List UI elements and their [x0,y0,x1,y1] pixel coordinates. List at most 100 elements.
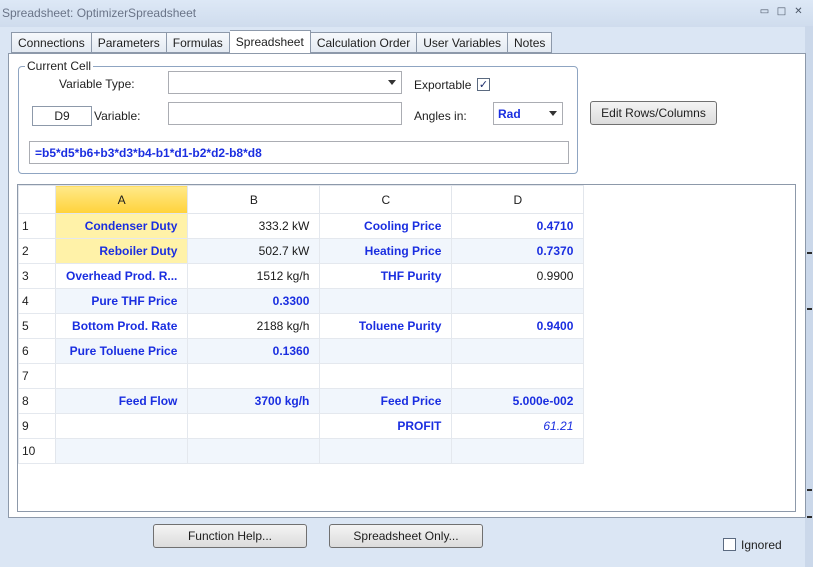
chevron-down-icon [388,80,396,85]
edge-mark [807,308,812,310]
sheet-table: A B C D 1 Condenser Duty 333.2 kW Coolin… [18,185,585,464]
corner-cell[interactable] [18,185,56,214]
cell-d8[interactable]: 5.000e-002 [451,388,585,414]
cell-d10[interactable] [451,438,585,464]
cell-reference: D9 [32,106,92,126]
cell-c1[interactable]: Cooling Price [319,213,453,239]
close-icon[interactable]: ✕ [792,6,805,18]
row-header[interactable]: 7 [18,363,56,389]
cell-d9[interactable]: 61.21 [451,413,585,439]
cell-d1[interactable]: 0.4710 [451,213,585,239]
spreadsheet-grid: A B C D 1 Condenser Duty 333.2 kW Coolin… [17,184,796,512]
row-header[interactable]: 9 [18,413,56,439]
table-row: 3 Overhead Prod. R... 1512 kg/h THF Puri… [18,263,585,289]
table-row: 9 PROFIT 61.21 [18,413,585,439]
row-header[interactable]: 8 [18,388,56,414]
ignored-checkbox[interactable] [723,538,736,551]
cell-c2[interactable]: Heating Price [319,238,453,264]
current-cell-group: Current Cell Variable Type: Exportable ✓… [18,59,578,174]
tab-notes[interactable]: Notes [508,32,553,53]
column-header-d[interactable]: D [451,185,585,214]
column-header-b[interactable]: B [187,185,321,214]
tab-strip: Connections Parameters Formulas Spreadsh… [11,30,553,53]
cell-a9[interactable] [54,413,189,439]
cell-b2[interactable]: 502.7 kW [187,238,321,264]
table-row: 7 [18,363,585,389]
row-header[interactable]: 4 [18,288,56,314]
cell-b1[interactable]: 333.2 kW [187,213,321,239]
angles-value: Rad [498,107,521,121]
cell-a5[interactable]: Bottom Prod. Rate [54,313,189,339]
formula-input[interactable]: =b5*d5*b6+b3*d3*b4-b1*d1-b2*d2-b8*d8 [29,141,569,164]
row-header[interactable]: 5 [18,313,56,339]
cell-c9[interactable]: PROFIT [319,413,453,439]
cell-b9[interactable] [187,413,321,439]
row-header[interactable]: 1 [18,213,56,239]
angles-label: Angles in: [414,109,467,123]
row-header[interactable]: 10 [18,438,56,464]
cell-c5[interactable]: Toluene Purity [319,313,453,339]
edit-rows-columns-button[interactable]: Edit Rows/Columns [590,101,717,125]
spreadsheet-panel: Current Cell Variable Type: Exportable ✓… [8,53,806,518]
cell-d3[interactable]: 0.9900 [451,263,585,289]
chevron-down-icon [549,111,557,116]
cell-a2[interactable]: Reboiler Duty [54,238,189,264]
cell-d6[interactable] [451,338,585,364]
cell-c8[interactable]: Feed Price [319,388,453,414]
column-header-a[interactable]: A [54,185,189,214]
table-row: 4 Pure THF Price 0.3300 [18,288,585,314]
cell-b4[interactable]: 0.3300 [187,288,321,314]
variable-input[interactable] [168,102,402,125]
cell-d4[interactable] [451,288,585,314]
right-edge-strip [805,26,813,567]
row-header[interactable]: 6 [18,338,56,364]
exportable-checkbox[interactable]: ✓ [477,78,490,91]
window-title: Spreadsheet: OptimizerSpreadsheet [2,6,197,20]
cell-b7[interactable] [187,363,321,389]
title-bar: Spreadsheet: OptimizerSpreadsheet ▭ □ ✕ [0,0,813,27]
variable-type-label: Variable Type: [59,77,135,91]
function-help-button[interactable]: Function Help... [153,524,307,548]
tab-user-variables[interactable]: User Variables [417,32,509,53]
cell-c4[interactable] [319,288,453,314]
cell-b8[interactable]: 3700 kg/h [187,388,321,414]
cell-c7[interactable] [319,363,453,389]
cell-a10[interactable] [54,438,189,464]
tab-formulas[interactable]: Formulas [166,32,230,53]
ignored-label: Ignored [741,538,782,552]
maximize-icon[interactable]: □ [775,6,788,18]
cell-c10[interactable] [319,438,453,464]
cell-a4[interactable]: Pure THF Price [54,288,189,314]
variable-type-dropdown[interactable] [168,71,402,94]
row-header[interactable]: 2 [18,238,56,264]
table-row: 8 Feed Flow 3700 kg/h Feed Price 5.000e-… [18,388,585,414]
cell-d7[interactable] [451,363,585,389]
tab-parameters[interactable]: Parameters [91,32,167,53]
tab-connections[interactable]: Connections [11,32,92,53]
cell-d5[interactable]: 0.9400 [451,313,585,339]
edge-mark [807,489,812,491]
minimize-icon[interactable]: ▭ [758,6,771,18]
cell-d2[interactable]: 0.7370 [451,238,585,264]
cell-c6[interactable] [319,338,453,364]
cell-a7[interactable] [54,363,189,389]
cell-c3[interactable]: THF Purity [319,263,453,289]
cell-b6[interactable]: 0.1360 [187,338,321,364]
bottom-bar: Function Help... Spreadsheet Only... Ign… [0,518,813,567]
cell-a1[interactable]: Condenser Duty [54,213,189,239]
tab-spreadsheet[interactable]: Spreadsheet [229,30,311,53]
row-header[interactable]: 3 [18,263,56,289]
cell-b10[interactable] [187,438,321,464]
cell-a3[interactable]: Overhead Prod. R... [54,263,189,289]
angles-dropdown[interactable]: Rad [493,102,563,125]
tab-calculation-order[interactable]: Calculation Order [310,32,418,53]
edge-mark [807,252,812,254]
cell-a6[interactable]: Pure Toluene Price [54,338,189,364]
spreadsheet-only-button[interactable]: Spreadsheet Only... [329,524,483,548]
column-header-c[interactable]: C [319,185,453,214]
table-row: 2 Reboiler Duty 502.7 kW Heating Price 0… [18,238,585,264]
cell-a8[interactable]: Feed Flow [54,388,189,414]
cell-b3[interactable]: 1512 kg/h [187,263,321,289]
exportable-label: Exportable [414,78,472,92]
cell-b5[interactable]: 2188 kg/h [187,313,321,339]
